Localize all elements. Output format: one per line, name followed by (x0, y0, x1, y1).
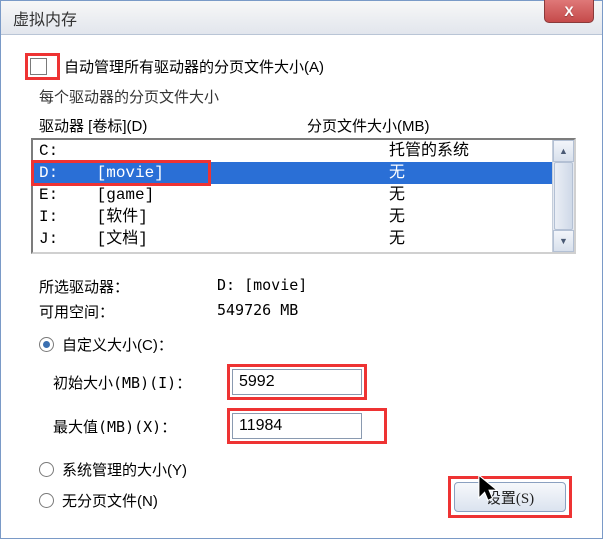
list-item[interactable]: C: 托管的系统 (33, 140, 552, 162)
initial-size-row: 初始大小(MB)(I)： (53, 365, 578, 399)
selected-drive-info: 所选驱动器： D: [movie] 可用空间： 549726 MB (39, 276, 578, 322)
auto-manage-label: 自动管理所有驱动器的分页文件大小(A) (64, 56, 324, 77)
custom-size-radio-row: 自定义大小(C)： (39, 334, 578, 355)
scroll-up-button[interactable]: ▲ (553, 140, 574, 162)
no-paging-radio[interactable] (39, 493, 54, 508)
no-paging-label: 无分页文件(N) (62, 490, 158, 511)
chevron-up-icon: ▲ (559, 146, 568, 156)
titlebar[interactable]: 虚拟内存 X (1, 1, 602, 35)
highlight-box-max (227, 408, 387, 444)
available-space-label: 可用空间： (39, 301, 217, 322)
header-drive: 驱动器 [卷标](D) (39, 115, 307, 136)
selected-drive-label: 所选驱动器： (39, 276, 217, 297)
list-item[interactable]: D: [movie] 无 (33, 162, 552, 184)
initial-size-label: 初始大小(MB)(I)： (53, 372, 227, 393)
auto-manage-row: 自动管理所有驱动器的分页文件大小(A) (25, 53, 578, 80)
list-item[interactable]: E: [game] 无 (33, 184, 552, 206)
highlight-box-initial (227, 364, 367, 400)
header-pagefile: 分页文件大小(MB) (307, 115, 430, 136)
scroll-thumb[interactable] (554, 162, 573, 230)
scrollbar[interactable]: ▲ ▼ (552, 140, 574, 252)
initial-size-input[interactable] (232, 369, 362, 395)
close-button[interactable]: X (544, 0, 594, 23)
available-space-value: 549726 MB (217, 301, 298, 322)
max-size-row: 最大值(MB)(X)： (53, 409, 578, 443)
auto-manage-checkbox[interactable] (30, 58, 47, 75)
drive-list-inner: C: 托管的系统 D: [movie] 无 E: [game] 无 I: [软件… (33, 140, 552, 252)
custom-size-radio[interactable] (39, 337, 54, 352)
list-item[interactable]: J: [文档] 无 (33, 228, 552, 250)
max-size-label: 最大值(MB)(X)： (53, 416, 227, 437)
drive-listbox[interactable]: C: 托管的系统 D: [movie] 无 E: [game] 无 I: [软件… (31, 138, 576, 254)
per-drive-label: 每个驱动器的分页文件大小 (39, 86, 578, 107)
window-title: 虚拟内存 (13, 6, 77, 30)
system-managed-radio[interactable] (39, 462, 54, 477)
list-headers: 驱动器 [卷标](D) 分页文件大小(MB) (25, 115, 578, 136)
dialog-content: 自动管理所有驱动器的分页文件大小(A) 每个驱动器的分页文件大小 驱动器 [卷标… (1, 35, 602, 523)
selected-drive-value: D: [movie] (217, 276, 307, 297)
list-item[interactable]: I: [软件] 无 (33, 206, 552, 228)
custom-size-label: 自定义大小(C)： (62, 334, 173, 355)
chevron-down-icon: ▼ (559, 236, 568, 246)
system-managed-label: 系统管理的大小(Y) (62, 459, 187, 480)
highlight-box-checkbox (25, 53, 60, 80)
scroll-down-button[interactable]: ▼ (553, 230, 574, 252)
set-button[interactable]: 设置(S) (454, 482, 566, 512)
max-size-input[interactable] (232, 413, 362, 439)
virtual-memory-dialog: 虚拟内存 X 自动管理所有驱动器的分页文件大小(A) 每个驱动器的分页文件大小 … (0, 0, 603, 539)
close-icon: X (564, 3, 573, 19)
scroll-track[interactable] (553, 162, 574, 230)
highlight-box-set-button: 设置(S) (448, 476, 572, 518)
